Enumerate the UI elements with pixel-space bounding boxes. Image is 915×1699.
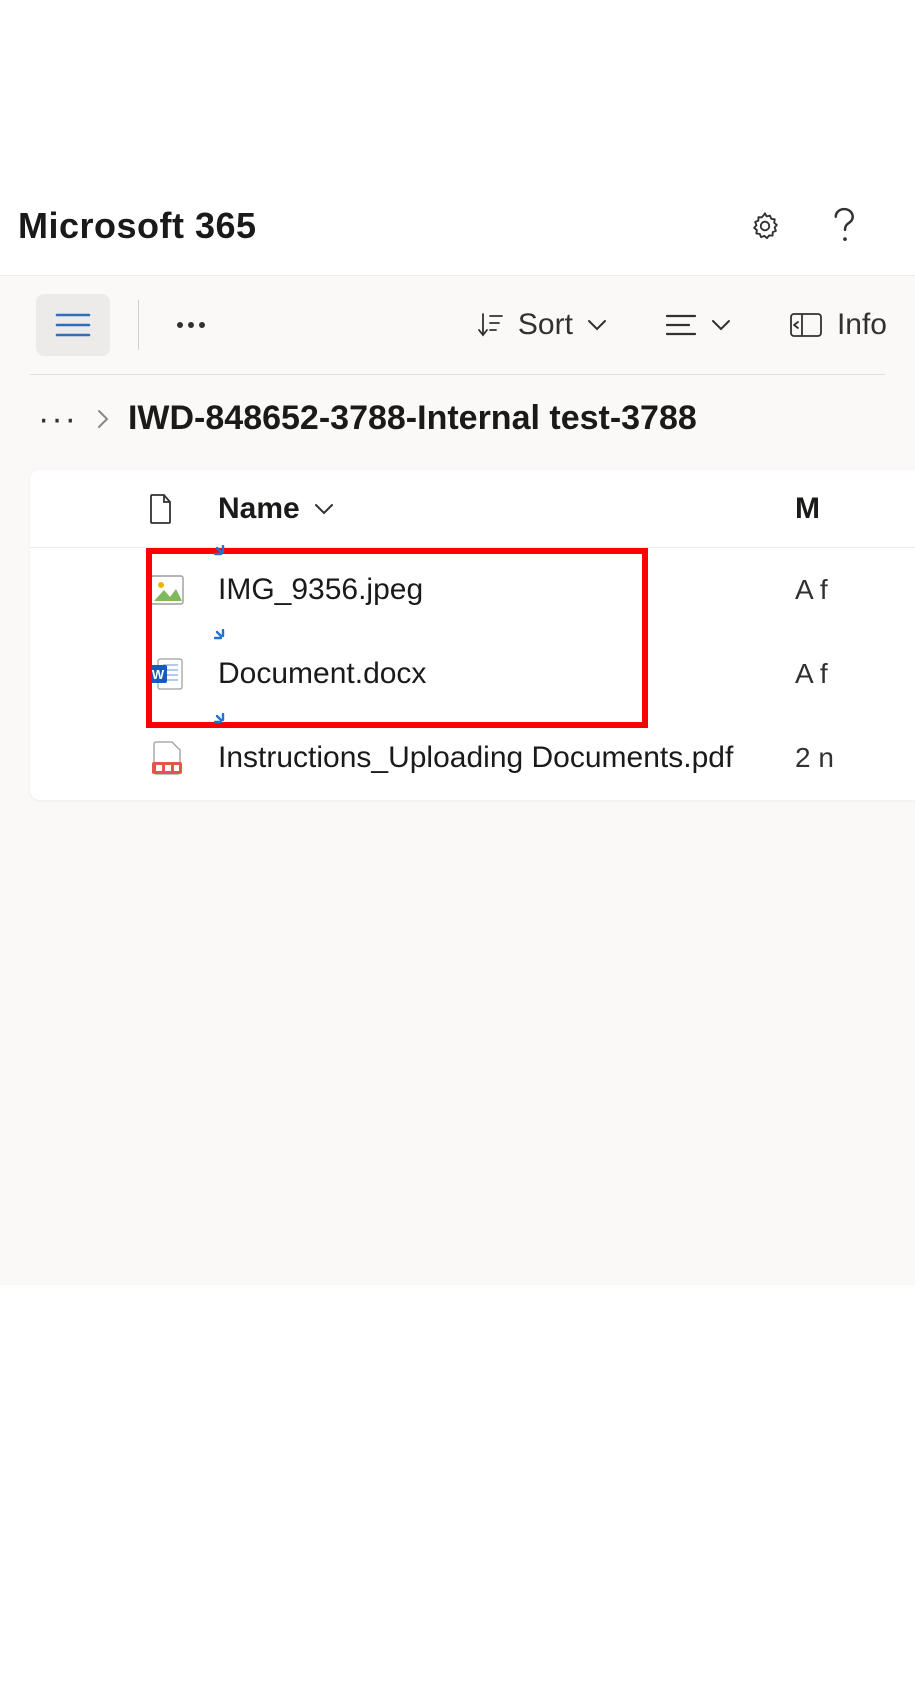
- file-generic-icon: [148, 493, 174, 525]
- file-type-icon-cell: W: [30, 657, 218, 691]
- chevron-right-icon: [96, 408, 110, 430]
- file-type-icon-cell: [30, 575, 218, 605]
- file-type-icon-cell: [30, 740, 218, 776]
- info-button[interactable]: Info: [789, 308, 887, 342]
- column-type-icon: [30, 493, 218, 525]
- help-button[interactable]: [829, 210, 861, 242]
- svg-text:W: W: [152, 667, 165, 682]
- file-name-cell[interactable]: Document.docx: [218, 657, 795, 691]
- name-header-text: Name: [218, 492, 300, 526]
- file-name-cell[interactable]: Instructions_Uploading Documents.pdf: [218, 741, 795, 775]
- file-modified: 2 n: [795, 742, 915, 774]
- table-header: Name M: [30, 470, 915, 548]
- breadcrumb-overflow[interactable]: ···: [38, 402, 78, 436]
- file-row[interactable]: IMG_9356.jpeg A f: [30, 548, 915, 632]
- bottom-spacer: [0, 1285, 915, 1685]
- image-file-icon: [150, 575, 184, 605]
- file-name-cell[interactable]: IMG_9356.jpeg: [218, 573, 795, 607]
- ellipsis-icon: [176, 321, 206, 329]
- hamburger-icon: [55, 311, 91, 339]
- file-row[interactable]: Instructions_Uploading Documents.pdf 2 n: [30, 716, 915, 800]
- help-icon: [830, 206, 860, 246]
- app-header: Microsoft 365: [0, 205, 915, 275]
- info-pane-icon: [789, 311, 823, 339]
- list-view-icon: [665, 312, 699, 338]
- file-name: IMG_9356.jpeg: [218, 573, 423, 607]
- file-rows: IMG_9356.jpeg A f W: [30, 548, 915, 800]
- info-label: Info: [837, 308, 887, 342]
- file-row[interactable]: W Document.docx A f: [30, 632, 915, 716]
- file-modified: A f: [795, 658, 915, 690]
- sort-button[interactable]: Sort: [478, 308, 607, 342]
- more-actions-button[interactable]: [171, 321, 211, 329]
- menu-button[interactable]: [36, 294, 110, 356]
- file-modified: A f: [795, 574, 915, 606]
- settings-button[interactable]: [749, 210, 781, 242]
- file-name: Instructions_Uploading Documents.pdf: [218, 741, 733, 775]
- app-title: Microsoft 365: [18, 205, 257, 247]
- sort-icon: [478, 311, 504, 339]
- view-options-button[interactable]: [665, 312, 731, 338]
- column-modified-header[interactable]: M: [795, 492, 915, 526]
- word-file-icon: W: [148, 657, 184, 691]
- gear-icon: [749, 209, 781, 243]
- column-name-header[interactable]: Name: [218, 492, 795, 526]
- pdf-file-icon: [150, 740, 184, 776]
- chevron-down-icon: [587, 318, 607, 332]
- sort-label: Sort: [518, 308, 573, 342]
- header-actions: [749, 210, 897, 242]
- file-name: Document.docx: [218, 657, 426, 691]
- file-list-card: Name M IMG_9: [30, 470, 915, 800]
- chevron-down-icon: [314, 502, 334, 516]
- breadcrumb-current[interactable]: IWD-848652-3788-Internal test-3788: [128, 399, 697, 438]
- content-area: Sort Info ··· IWD-848652-3788-Inter: [0, 275, 915, 1285]
- toolbar: Sort Info: [0, 276, 915, 374]
- toolbar-divider: [138, 300, 139, 350]
- chevron-down-icon: [711, 318, 731, 332]
- breadcrumb: ··· IWD-848652-3788-Internal test-3788: [0, 375, 915, 466]
- top-spacer: [0, 0, 915, 205]
